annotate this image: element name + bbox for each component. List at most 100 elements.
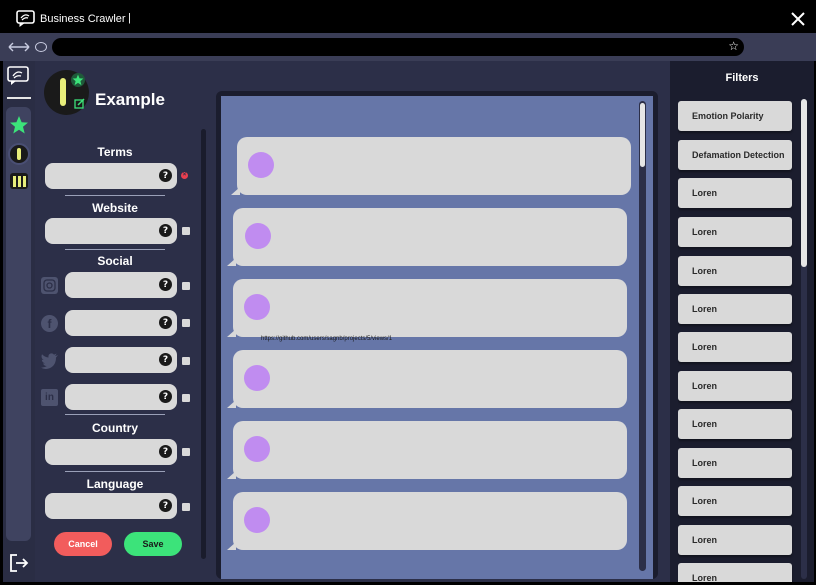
help-icon[interactable]: ? [159,499,172,512]
nav-rail [3,61,35,582]
message-avatar [244,365,270,391]
message-card-tail [227,329,236,337]
close-icon[interactable] [790,11,806,27]
message-card[interactable] [233,208,627,266]
message-avatar [244,294,270,320]
website-checkbox[interactable] [182,227,190,235]
terms-error-icon[interactable]: × [181,172,188,179]
country-input[interactable]: ? [45,439,177,465]
section-divider [65,249,165,250]
instagram-input[interactable]: ? [65,272,177,298]
help-icon[interactable]: ? [159,353,172,366]
app-logo-icon [16,10,35,27]
filter-item[interactable]: Loren [678,256,792,286]
cancel-button[interactable]: Cancel [54,532,112,556]
profile-avatar[interactable] [44,70,89,115]
save-button[interactable]: Save [124,532,182,556]
title-caret: | [128,12,131,24]
message-card[interactable] [237,137,631,195]
message-card[interactable] [233,279,627,337]
section-divider [65,471,165,472]
url-text [52,43,62,54]
filter-item[interactable]: Loren [678,217,792,247]
filters-panel: Filters Emotion Polarity Defamation Dete… [670,61,814,582]
single-bar-icon [17,148,21,160]
filter-item[interactable]: Loren [678,294,792,324]
message-card[interactable] [233,421,627,479]
filters-scrollbar-thumb[interactable] [801,99,807,267]
message-card-tail [227,400,236,408]
social-label: Social [97,254,133,268]
message-avatar [245,223,271,249]
favorites-star-icon[interactable] [9,115,29,135]
website-input[interactable]: ? [45,218,177,244]
address-bar-row: ☆ [0,33,816,61]
country-checkbox[interactable] [182,448,190,456]
profile-name: Example [95,90,165,109]
instagram-checkbox[interactable] [182,282,190,290]
form-scrollbar[interactable] [201,129,206,559]
profile-bar-icon [60,78,66,106]
nav-divider [7,97,31,99]
filter-item[interactable]: Loren [678,525,792,555]
window-title: Business Crawler [40,13,126,25]
filter-item[interactable]: Loren [678,409,792,439]
twitter-checkbox[interactable] [182,357,190,365]
nav-logo-icon[interactable] [7,66,29,86]
terms-input[interactable]: ? [45,163,177,189]
language-label: Language [86,477,144,491]
message-avatar [244,436,270,462]
form-panel: Terms ? × Website ? Social ? f ? ? in ? … [35,127,216,582]
language-checkbox[interactable] [182,503,190,511]
filters-list: Emotion Polarity Defamation Detection Lo… [678,101,798,582]
title-bar: Business Crawler | [0,0,816,36]
help-icon[interactable]: ? [159,445,172,458]
filter-item[interactable]: Loren [678,371,792,401]
filter-item[interactable]: Emotion Polarity [678,101,792,131]
help-icon[interactable]: ? [159,169,172,182]
message-avatar [244,507,270,533]
filter-item[interactable]: Loren [678,448,792,478]
edit-profile-icon[interactable] [74,96,85,109]
filter-item[interactable]: Loren [678,563,792,582]
feed-panel: https://github.com/users/sagnb/projects/… [216,91,658,579]
reload-icon[interactable] [35,42,47,52]
facebook-icon: f [41,315,58,332]
help-icon[interactable]: ? [159,278,172,291]
facebook-checkbox[interactable] [182,319,190,327]
filters-title: Filters [725,72,759,84]
linkedin-checkbox[interactable] [182,394,190,402]
feed-scrollbar-track[interactable] [639,101,646,571]
help-icon[interactable]: ? [159,316,172,329]
feed-scrollbar-thumb[interactable] [640,103,645,167]
filter-item[interactable]: Defamation Detection [678,140,792,170]
terms-label: Terms [97,145,133,159]
app-body: Example Terms ? × Website ? Social ? f ? [3,61,814,582]
navigate-arrows-icon[interactable] [7,40,31,54]
twitter-icon [41,353,59,370]
triple-bar-icon[interactable] [10,173,28,189]
message-card-tail [227,258,236,266]
linkedin-input[interactable]: ? [65,384,177,410]
nav-item-single-column[interactable] [8,143,30,165]
section-divider [65,414,165,415]
logout-icon[interactable] [9,553,29,573]
message-card[interactable] [233,492,627,550]
message-card[interactable] [233,350,627,408]
url-input[interactable]: ☆ [52,38,744,56]
instagram-icon [41,277,58,294]
filter-item[interactable]: Loren [678,332,792,362]
facebook-input[interactable]: ? [65,310,177,336]
linkedin-icon: in [41,389,58,406]
language-input[interactable]: ? [45,493,177,519]
filter-item[interactable]: Loren [678,486,792,516]
help-icon[interactable]: ? [159,224,172,237]
filter-item[interactable]: Loren [678,178,792,208]
message-card-tail [227,471,236,479]
help-icon[interactable]: ? [159,390,172,403]
bookmark-star-icon[interactable]: ☆ [728,39,739,53]
message-link-text[interactable]: https://github.com/users/sagnb/projects/… [261,336,392,342]
twitter-input[interactable]: ? [65,347,177,373]
country-label: Country [92,421,138,435]
website-label: Website [92,201,138,215]
